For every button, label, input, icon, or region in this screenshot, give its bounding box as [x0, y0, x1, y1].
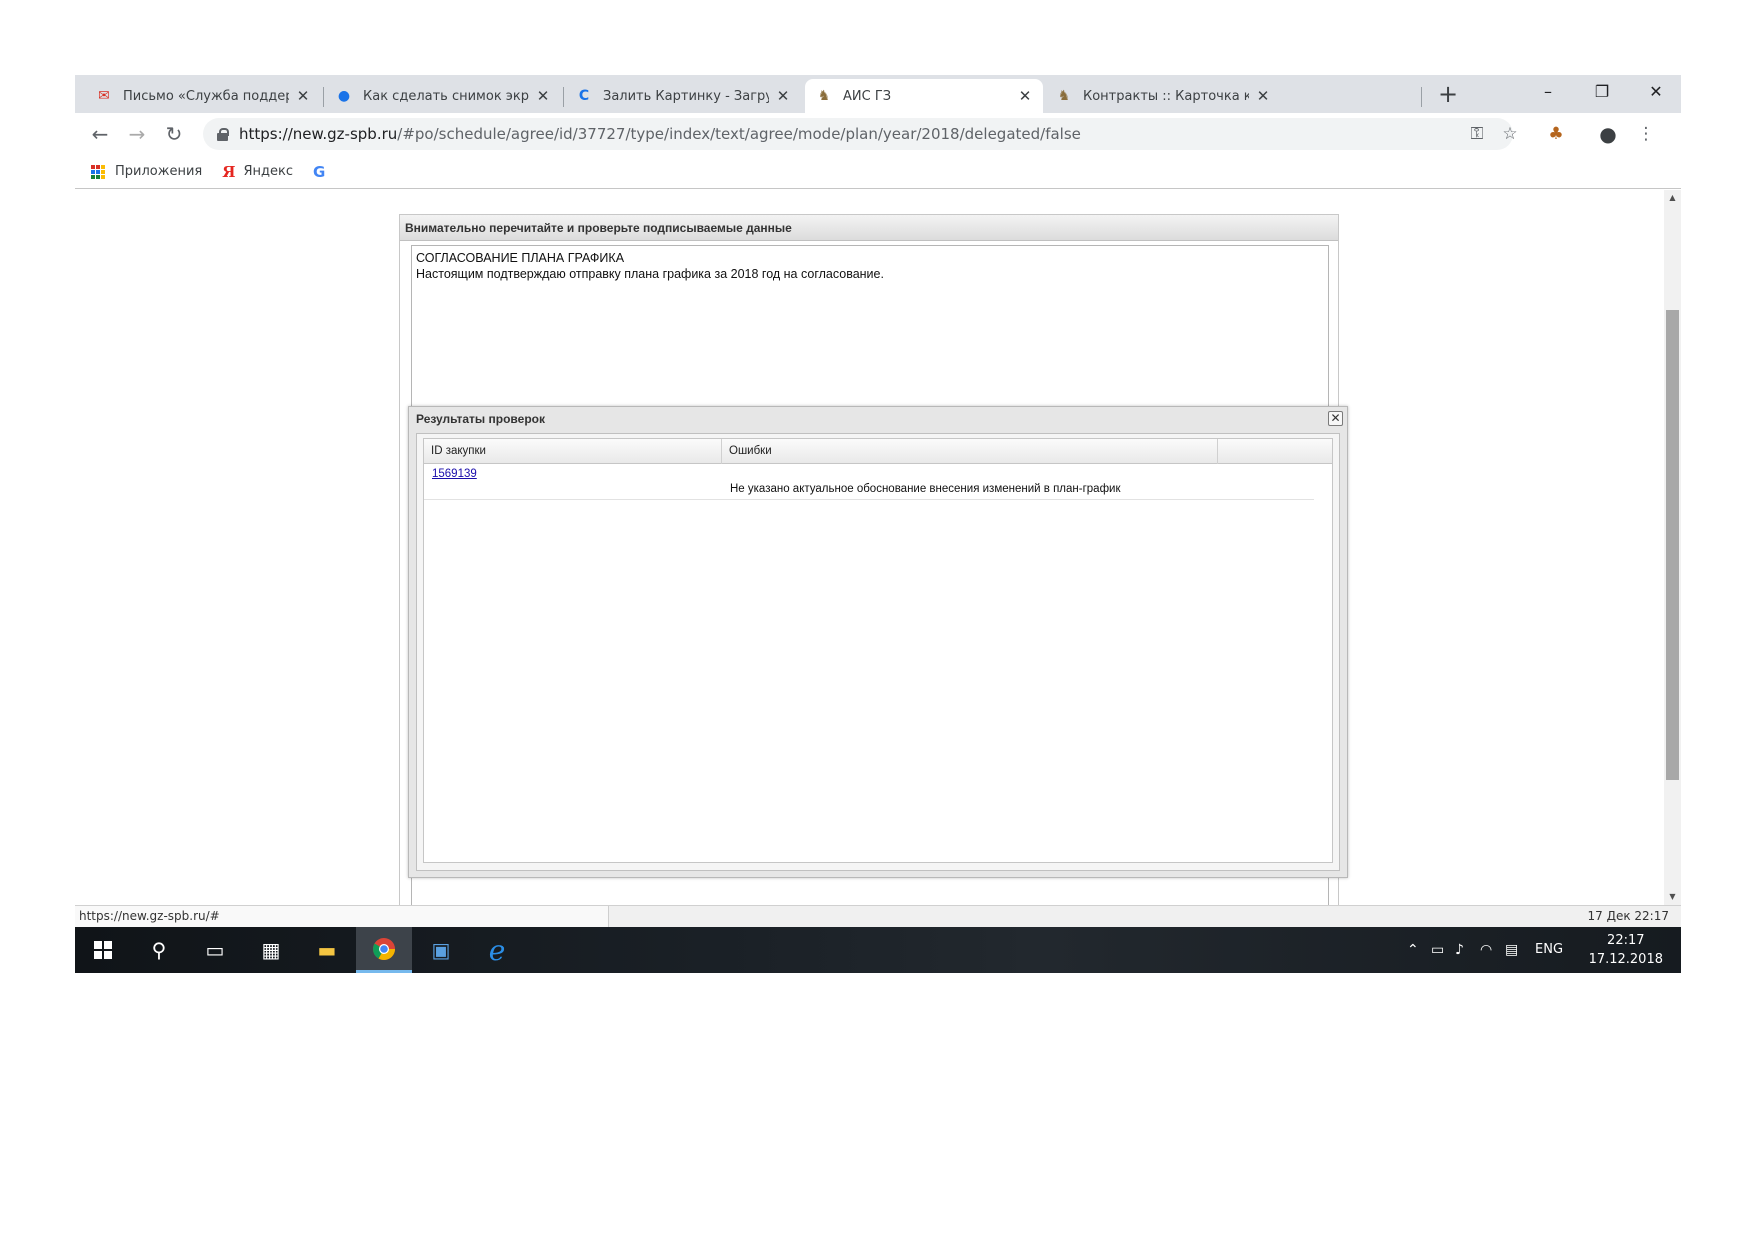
scroll-up-arrow-icon[interactable]: ▲ [1664, 190, 1681, 206]
tab-title: АИС ГЗ [843, 88, 892, 104]
status-datetime: 17 Дек 22:17 [1587, 909, 1670, 923]
google-icon: G [312, 162, 326, 181]
dialog-body: ID закупки Ошибки 1569139 Не указано акт… [416, 433, 1340, 871]
apps-grid-icon [91, 164, 105, 179]
file-explorer-icon[interactable]: ▬ [299, 927, 355, 973]
scrollbar-thumb[interactable] [1666, 310, 1679, 780]
notification-icon[interactable]: ▤ [1505, 927, 1518, 973]
tab-strip: ✉ Письмо «Служба поддержки ✕ ● Как сдела… [75, 75, 1681, 113]
calculator-icon[interactable]: ▦ [243, 927, 299, 973]
windows-logo-icon [94, 941, 112, 959]
tab-title: Как сделать снимок экрана (с [363, 88, 529, 104]
url-host: https://new.gz-spb.ru [239, 125, 398, 143]
address-url[interactable]: https://new.gz-spb.ru/#po/schedule/agree… [239, 125, 1081, 143]
check-results-dialog: Результаты проверок ✕ ID закупки Ошибки … [408, 406, 1348, 878]
tab-divider [563, 87, 564, 107]
tab-ais-gz[interactable]: ♞ АИС ГЗ ✕ [805, 79, 1043, 113]
tab-contracts[interactable]: ♞ Контракты :: Карточка контра ✕ [1045, 79, 1281, 113]
tab-divider [323, 87, 324, 107]
purchase-id-link[interactable]: 1569139 [432, 468, 477, 480]
url-path: /#po/schedule/agree/id/37727/type/index/… [397, 125, 1081, 143]
error-text: Не указано актуальное обоснование внесен… [730, 483, 1121, 495]
table-row[interactable]: 1569139 Не указано актуальное обосновани… [424, 464, 1314, 500]
sign-body-line: Настоящим подтверждаю отправку плана гра… [416, 267, 884, 281]
back-arrow-icon[interactable]: ← [85, 119, 115, 149]
mail-icon: ✉ [98, 88, 110, 104]
tab-title: Контракты :: Карточка контра [1083, 88, 1249, 104]
bookmark-yandex[interactable]: Я Яндекс [222, 163, 293, 181]
tab-screenshot-howto[interactable]: ● Как сделать снимок экрана (с ✕ [325, 79, 561, 113]
menu-dots-icon[interactable]: ⋮ [1631, 118, 1661, 150]
close-icon[interactable]: ✕ [1328, 411, 1343, 426]
loading-icon: C [578, 88, 590, 104]
profile-icon[interactable]: ● [1593, 118, 1623, 150]
chrome-icon [373, 937, 395, 960]
battery-icon[interactable]: ▭ [1431, 927, 1444, 973]
tab-title: Письмо «Служба поддержки [123, 88, 289, 104]
column-header-id[interactable]: ID закупки [424, 439, 722, 464]
dialog-title: Результаты проверок [416, 412, 545, 426]
new-tab-button[interactable]: + [1433, 79, 1463, 109]
app-window-icon[interactable]: ▣ [413, 927, 469, 973]
bookmarks-bar: Приложения Я Яндекс G [75, 155, 1681, 189]
table-header: ID закупки Ошибки [424, 439, 1332, 464]
status-bar: https://new.gz-spb.ru/# 17 Дек 22:17 [75, 905, 1681, 928]
internet-explorer-icon[interactable]: e [469, 927, 525, 973]
browser-toolbar: ← → ↻ https://new.gz-spb.ru/#po/schedule… [75, 113, 1681, 155]
sign-title-line: СОГЛАСОВАНИЕ ПЛАНА ГРАФИКА [416, 251, 625, 265]
tab-divider [1421, 87, 1422, 107]
volume-icon[interactable]: ♪ [1455, 927, 1464, 973]
forward-arrow-icon[interactable]: → [122, 119, 152, 149]
tab-image-upload[interactable]: C Залить Картинку - Загрузить с ✕ [565, 79, 801, 113]
tab-title: Залить Картинку - Загрузить с [603, 88, 769, 104]
reload-icon[interactable]: ↻ [159, 119, 189, 149]
windows-taskbar: ⚲ ▭ ▦ ▬ ▣ e ⌃ ▭ ♪ ◠ ▤ ENG 22:17 17.12.20… [75, 927, 1681, 973]
input-language[interactable]: ENG [1535, 927, 1563, 973]
bookmark-label: Приложения [115, 164, 203, 179]
search-icon[interactable]: ⚲ [131, 927, 187, 973]
tab-mail[interactable]: ✉ Письмо «Служба поддержки ✕ [85, 79, 321, 113]
close-tab-icon[interactable]: ✕ [1255, 87, 1271, 105]
close-tab-icon[interactable]: ✕ [1017, 87, 1033, 105]
close-tab-icon[interactable]: ✕ [535, 87, 551, 105]
bookmark-google[interactable]: G [313, 163, 333, 181]
bookmark-apps[interactable]: Приложения [91, 164, 202, 179]
sign-panel-header: Внимательно перечитайте и проверьте подп… [400, 215, 1338, 241]
start-button[interactable] [75, 927, 131, 973]
page-viewport: Внимательно перечитайте и проверьте подп… [75, 190, 1681, 905]
lock-icon [217, 128, 229, 141]
minimize-button[interactable]: – [1523, 75, 1573, 109]
close-tab-icon[interactable]: ✕ [775, 87, 791, 105]
crest-icon: ♞ [1057, 88, 1071, 104]
status-url: https://new.gz-spb.ru/# [75, 906, 609, 928]
bookmark-label: Яндекс [243, 164, 293, 179]
tray-expand-icon[interactable]: ⌃ [1407, 927, 1419, 973]
star-icon[interactable]: ☆ [1495, 118, 1525, 150]
key-icon[interactable]: ⚿ [1462, 118, 1492, 150]
task-view-icon[interactable]: ▭ [187, 927, 243, 973]
globe-icon: ● [337, 88, 351, 104]
system-clock[interactable]: 22:17 17.12.2018 [1589, 931, 1663, 969]
yandex-icon: Я [222, 162, 236, 181]
column-header-errors[interactable]: Ошибки [722, 439, 1218, 464]
clock-time: 22:17 [1607, 933, 1645, 948]
address-bar[interactable]: https://new.gz-spb.ru/#po/schedule/agree… [203, 118, 1513, 150]
screenshot-root: ✉ Письмо «Служба поддержки ✕ ● Как сдела… [75, 75, 1681, 979]
wifi-icon[interactable]: ◠ [1480, 927, 1492, 973]
chrome-taskbar-icon[interactable] [356, 927, 412, 973]
scroll-down-arrow-icon[interactable]: ▼ [1664, 889, 1681, 905]
close-window-button[interactable]: ✕ [1631, 75, 1681, 109]
extension-icon[interactable]: ♣ [1541, 118, 1571, 150]
crest-icon: ♞ [817, 88, 831, 104]
clock-date: 17.12.2018 [1588, 952, 1663, 967]
results-table: ID закупки Ошибки 1569139 Не указано акт… [423, 438, 1333, 863]
vertical-scrollbar[interactable]: ▲ ▼ [1664, 190, 1681, 905]
close-tab-icon[interactable]: ✕ [295, 87, 311, 105]
restore-button[interactable]: ❐ [1577, 75, 1627, 109]
